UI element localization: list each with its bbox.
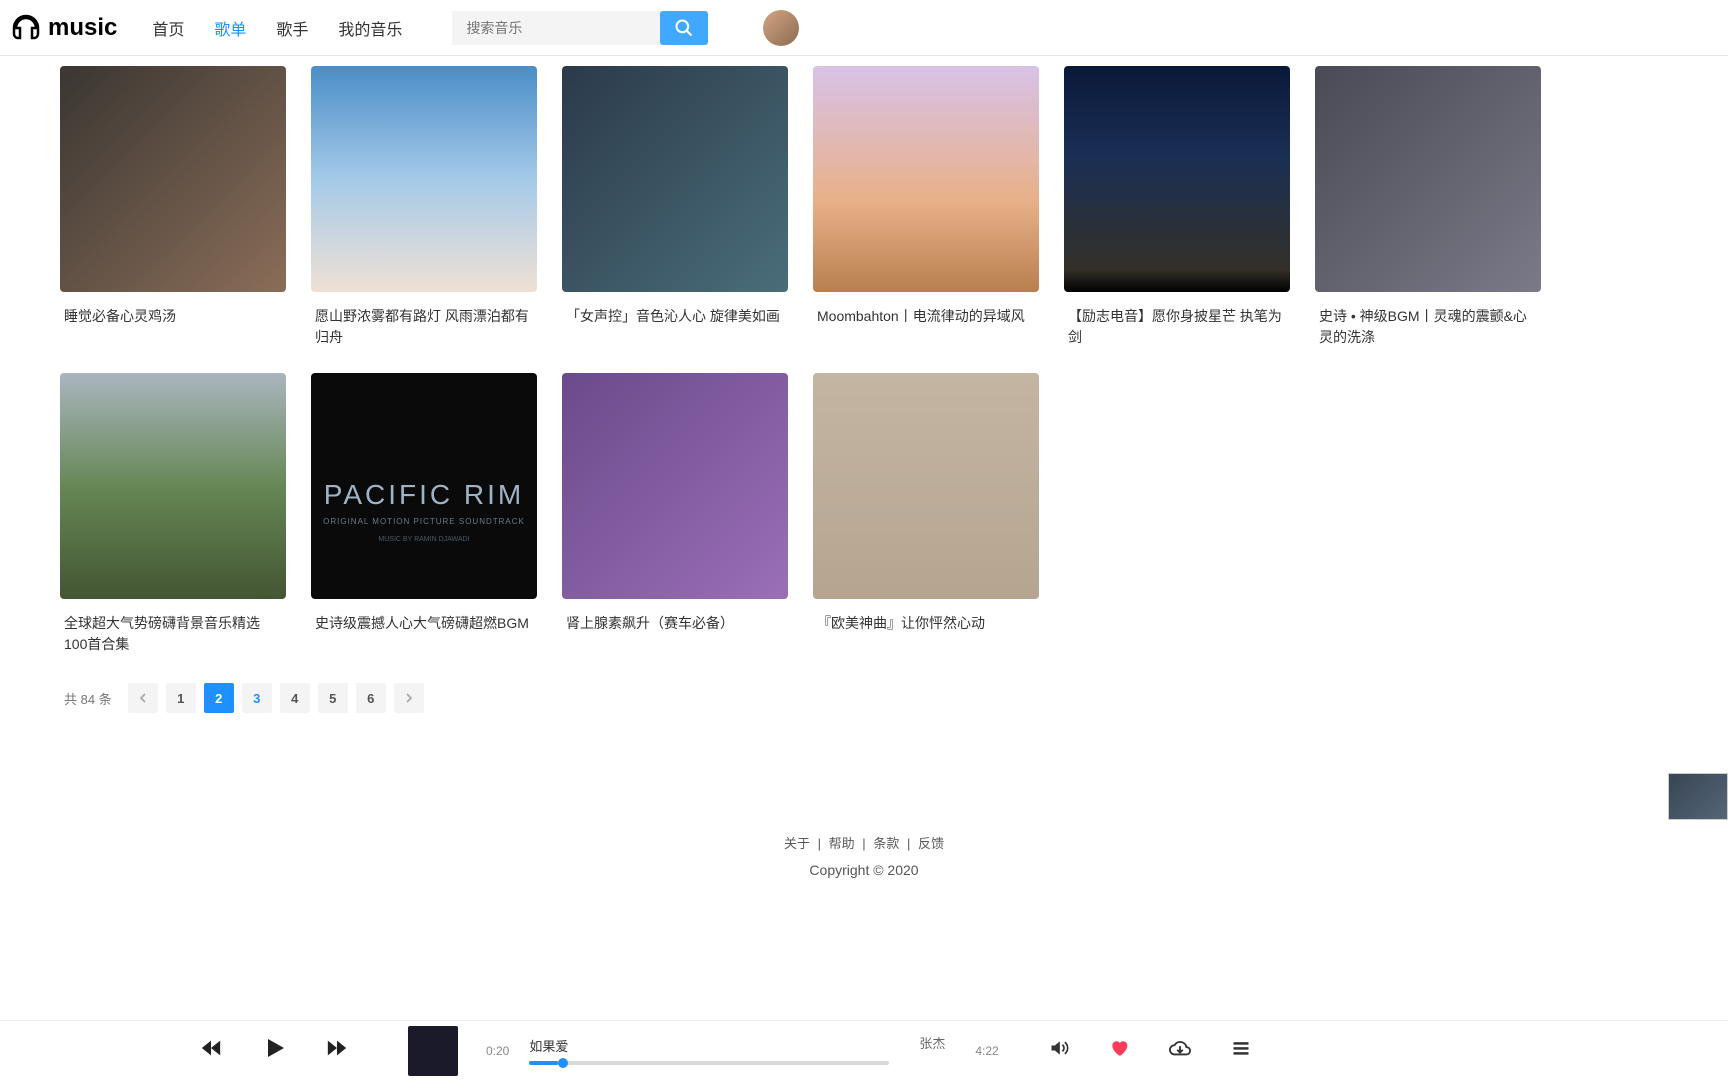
player-progress-bar[interactable]	[529, 1061, 889, 1065]
page-prev[interactable]	[128, 683, 158, 713]
copyright: Copyright © 2020	[60, 862, 1668, 878]
playlist-cover	[60, 66, 286, 292]
playlist-cover	[562, 66, 788, 292]
player-bar: 0:20 如果爱 张杰 4:22	[0, 1020, 1728, 1080]
page-4[interactable]: 4	[280, 683, 310, 713]
avatar[interactable]	[763, 10, 799, 46]
player-song-title: 如果爱	[529, 1036, 889, 1055]
playlist-cover	[60, 373, 286, 599]
page-3[interactable]: 3	[242, 683, 272, 713]
page-6[interactable]: 6	[356, 683, 386, 713]
footer-sep: |	[907, 836, 910, 851]
playlist-card[interactable]: 肾上腺素飙升（赛车必备）	[562, 373, 788, 655]
pagination-total: 共 84 条	[64, 689, 112, 708]
search-button[interactable]	[660, 11, 708, 45]
play-icon	[262, 1036, 286, 1060]
download-button[interactable]	[1169, 1037, 1191, 1064]
playlist-cover: PACIFIC RIM ORIGINAL MOTION PICTURE SOUN…	[311, 373, 537, 599]
list-icon	[1231, 1038, 1251, 1058]
footer-sep: |	[818, 836, 821, 851]
player-progress-handle[interactable]	[558, 1058, 568, 1068]
playlist-cover	[813, 66, 1039, 292]
playlist-title: 全球超大气势磅礴背景音乐精选100首合集	[60, 613, 286, 655]
player-progress-fill	[529, 1061, 558, 1065]
nav-artists[interactable]: 歌手	[276, 16, 308, 40]
playlist-title: 【励志电音】愿你身披星芒 执笔为剑	[1064, 306, 1290, 348]
footer-feedback[interactable]: 反馈	[918, 836, 944, 851]
playlist-title: 愿山野浓雾都有路灯 风雨漂泊都有归舟	[311, 306, 537, 348]
playlist-cover	[562, 373, 788, 599]
player-artist: 张杰	[919, 1033, 945, 1052]
playlist-cover	[813, 373, 1039, 599]
playlist-title: 史诗 • 神级BGM丨灵魂的震颤&心灵的洗涤	[1315, 306, 1541, 348]
playlist-card[interactable]: 【励志电音】愿你身披星芒 执笔为剑	[1064, 66, 1290, 348]
main-content: 睡觉必备心灵鸡汤 愿山野浓雾都有路灯 风雨漂泊都有归舟 「女声控」音色沁人心 旋…	[0, 56, 1728, 878]
header: music 首页 歌单 歌手 我的音乐	[0, 0, 1728, 56]
playlist-card[interactable]: 「女声控」音色沁人心 旋律美如画	[562, 66, 788, 348]
pagination: 共 84 条 1 2 3 4 5 6	[60, 683, 1668, 713]
search-icon	[674, 18, 694, 38]
nav-my-music[interactable]: 我的音乐	[338, 16, 402, 40]
cover-overlay-title: PACIFIC RIM	[324, 479, 524, 511]
player-icons	[1049, 1037, 1251, 1064]
playlist-card[interactable]: 愿山野浓雾都有路灯 风雨漂泊都有归舟	[311, 66, 537, 348]
footer-help[interactable]: 帮助	[829, 836, 855, 851]
footer-terms[interactable]: 条款	[873, 836, 899, 851]
download-cloud-icon	[1169, 1037, 1191, 1059]
footer-sep: |	[862, 836, 865, 851]
prev-track-button[interactable]	[200, 1037, 222, 1064]
heart-icon	[1109, 1038, 1129, 1058]
playlist-card[interactable]: 『欧美神曲』让你怦然心动	[813, 373, 1039, 655]
chevron-right-icon	[404, 693, 414, 703]
playlist-title: 「女声控」音色沁人心 旋律美如画	[562, 306, 788, 327]
playlist-title: Moombahton丨电流律动的异域风	[813, 306, 1039, 327]
logo[interactable]: music	[10, 12, 117, 44]
playlist-grid: 睡觉必备心灵鸡汤 愿山野浓雾都有路灯 风雨漂泊都有归舟 「女声控」音色沁人心 旋…	[60, 56, 1668, 655]
player-album-art[interactable]	[408, 1026, 458, 1076]
playlist-cover	[1064, 66, 1290, 292]
favorite-button[interactable]	[1109, 1038, 1129, 1063]
playlist-card[interactable]: Moombahton丨电流律动的异域风	[813, 66, 1039, 348]
skip-back-icon	[200, 1037, 222, 1059]
chevron-left-icon	[138, 693, 148, 703]
preview-thumbnail	[1668, 773, 1728, 820]
footer: 关于 | 帮助 | 条款 | 反馈 Copyright © 2020	[60, 833, 1668, 878]
player-controls	[200, 1036, 348, 1065]
playlist-cover	[1315, 66, 1541, 292]
search-wrap	[452, 11, 708, 45]
playlist-title: 『欧美神曲』让你怦然心动	[813, 613, 1039, 634]
cover-overlay-credit: MUSIC BY RAMIN DJAWADI	[378, 536, 469, 543]
page-5[interactable]: 5	[318, 683, 348, 713]
playlist-card[interactable]: PACIFIC RIM ORIGINAL MOTION PICTURE SOUN…	[311, 373, 537, 655]
nav: 首页 歌单 歌手 我的音乐	[152, 16, 402, 40]
playlist-cover	[311, 66, 537, 292]
footer-about[interactable]: 关于	[784, 836, 810, 851]
nav-home[interactable]: 首页	[152, 16, 184, 40]
page-2[interactable]: 2	[204, 683, 234, 713]
queue-button[interactable]	[1231, 1038, 1251, 1063]
nav-playlists[interactable]: 歌单	[214, 16, 246, 40]
headphones-icon	[10, 12, 42, 44]
volume-icon	[1049, 1038, 1069, 1058]
page-next[interactable]	[394, 683, 424, 713]
player-progress-wrap: 如果爱	[529, 1036, 889, 1065]
footer-links: 关于 | 帮助 | 条款 | 反馈	[60, 833, 1668, 852]
page-1[interactable]: 1	[166, 683, 196, 713]
playlist-card[interactable]: 全球超大气势磅礴背景音乐精选100首合集	[60, 373, 286, 655]
logo-text: music	[48, 14, 117, 42]
skip-forward-icon	[326, 1037, 348, 1059]
volume-button[interactable]	[1049, 1038, 1069, 1063]
playlist-title: 史诗级震撼人心大气磅礴超燃BGM	[311, 613, 537, 634]
play-button[interactable]	[262, 1036, 286, 1065]
player-current-time: 0:20	[486, 1044, 509, 1058]
next-track-button[interactable]	[326, 1037, 348, 1064]
search-input[interactable]	[452, 11, 662, 45]
player-total-time: 4:22	[975, 1044, 998, 1058]
cover-overlay-sub: ORIGINAL MOTION PICTURE SOUNDTRACK	[323, 517, 525, 526]
playlist-card[interactable]: 睡觉必备心灵鸡汤	[60, 66, 286, 348]
playlist-title: 睡觉必备心灵鸡汤	[60, 306, 286, 327]
playlist-title: 肾上腺素飙升（赛车必备）	[562, 613, 788, 634]
playlist-card[interactable]: 史诗 • 神级BGM丨灵魂的震颤&心灵的洗涤	[1315, 66, 1541, 348]
